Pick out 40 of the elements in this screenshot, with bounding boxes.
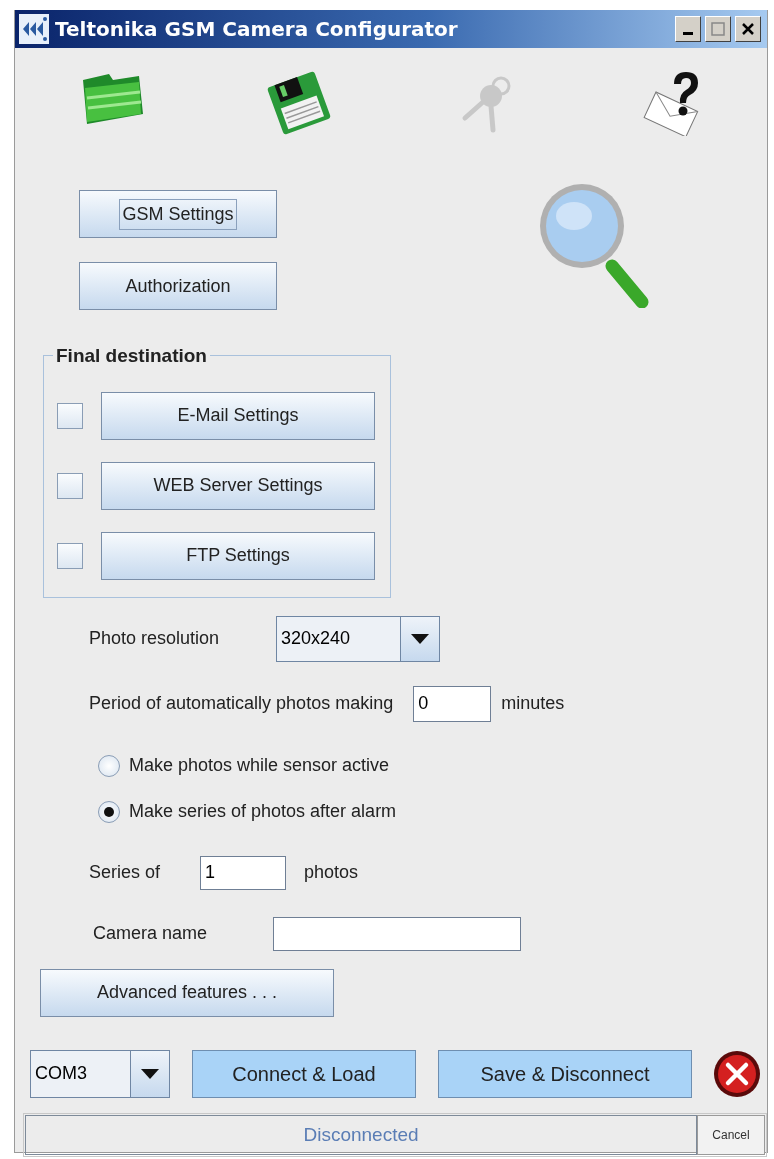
radio-label: Make series of photos after alarm <box>129 800 397 824</box>
settings-button[interactable]: Authorization <box>79 262 277 310</box>
checkbox[interactable] <box>57 542 83 569</box>
cancel-button[interactable]: Cancel <box>697 1114 765 1155</box>
checkbox[interactable] <box>57 402 83 429</box>
close-icon <box>741 22 755 36</box>
field-label: Series of <box>89 861 162 885</box>
unit-label: minutes <box>501 692 565 716</box>
settings-button[interactable]: FTP Settings <box>101 531 375 580</box>
settings-button[interactable]: E-Mail Settings <box>101 391 375 440</box>
input-field[interactable] <box>273 916 521 951</box>
radio-button[interactable] <box>98 800 120 823</box>
settings-button[interactable]: GSM Settings <box>79 190 277 238</box>
maximize-button[interactable] <box>705 16 731 42</box>
window-title: Teltonika GSM Camera Configurator <box>55 16 458 43</box>
field-label: Camera name <box>93 922 209 946</box>
settings-button[interactable]: WEB Server Settings <box>101 461 375 510</box>
radio-button[interactable] <box>98 754 120 777</box>
field-label: Period of automatically photos making <box>89 692 394 716</box>
checkbox[interactable] <box>57 472 83 499</box>
caret-icon <box>411 633 429 644</box>
maximize-icon <box>711 22 725 36</box>
cancel-icon[interactable] <box>713 1049 761 1098</box>
app-logo-icon <box>19 14 49 44</box>
input-field[interactable]: 0 <box>413 685 492 722</box>
group-title: Final destination <box>55 346 208 366</box>
minimize-icon <box>683 32 693 35</box>
input-field[interactable]: 1 <box>200 855 286 890</box>
status-text: Disconnected <box>25 1114 697 1155</box>
field-label: Photo resolution <box>89 627 221 651</box>
port-dropdown[interactable]: COM3 <box>30 1049 170 1098</box>
radio-label: Make photos while sensor active <box>129 754 390 778</box>
unit-label: photos <box>304 861 359 885</box>
save-disconnect-button[interactable]: Save & Disconnect <box>438 1049 692 1098</box>
minimize-button[interactable] <box>675 16 701 42</box>
caret-icon <box>141 1068 159 1079</box>
connect-button[interactable]: Connect & Load <box>192 1049 416 1098</box>
advanced-features-button[interactable]: Advanced features . . . <box>40 968 334 1017</box>
resolution-dropdown[interactable]: 320x240 <box>276 615 440 662</box>
close-button[interactable] <box>735 16 761 42</box>
